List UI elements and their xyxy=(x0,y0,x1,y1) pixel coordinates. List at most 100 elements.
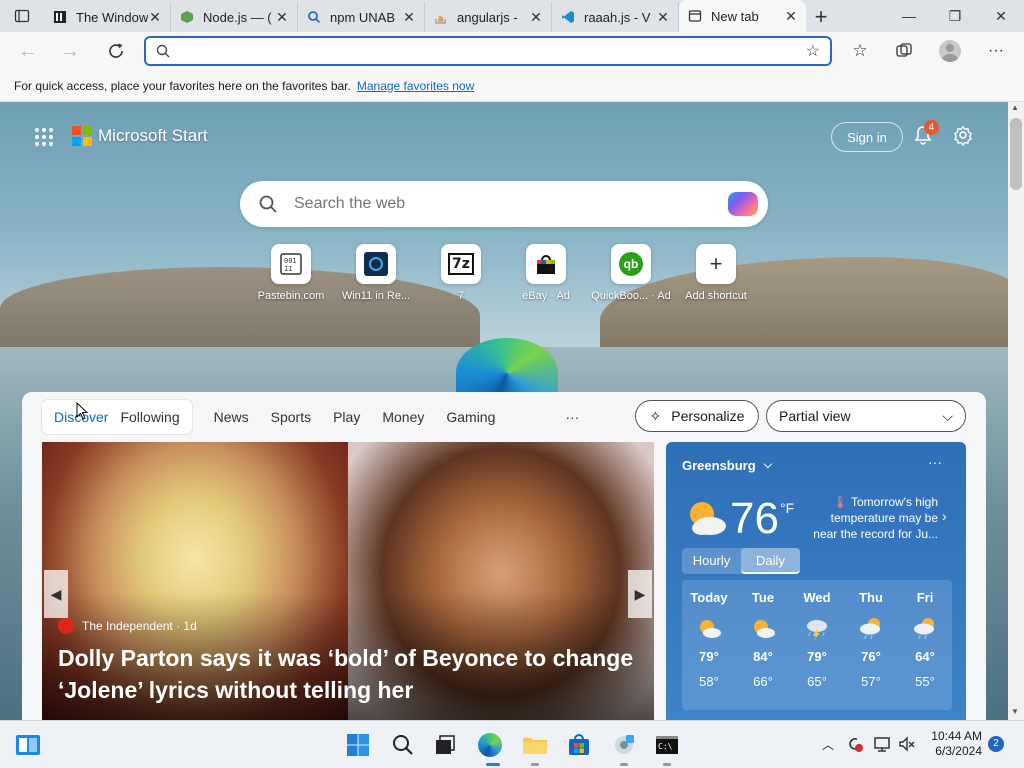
copilot-icon[interactable] xyxy=(728,192,758,216)
page-settings-button[interactable] xyxy=(952,124,974,151)
web-search-input[interactable] xyxy=(294,195,714,213)
widgets-button[interactable] xyxy=(14,731,42,759)
weather-card[interactable]: Greensburg ⌵ ··· 76 °F 🌡 Tomorrow's high… xyxy=(666,442,966,720)
taskbar-search-button[interactable] xyxy=(389,731,417,759)
forecast-day[interactable]: Thu 76° 57° xyxy=(844,580,898,710)
tab-nodejs[interactable]: Node.js — ( ✕ xyxy=(171,2,298,32)
network-icon[interactable] xyxy=(873,735,891,758)
article-headline[interactable]: Dolly Parton says it was ‘bold’ of Beyon… xyxy=(58,642,648,706)
tab-bar: The Windows ✕ Node.js — ( ✕ npm UNAB ✕ a… xyxy=(0,0,1024,32)
chevron-left-icon: ◀ xyxy=(50,585,62,602)
close-window-button[interactable]: ✕ xyxy=(978,0,1024,32)
scroll-up-icon[interactable]: ▲ xyxy=(1011,103,1019,112)
manage-favorites-link[interactable]: Manage favorites now xyxy=(357,79,474,93)
restore-button[interactable]: ❐ xyxy=(932,0,978,32)
address-input[interactable] xyxy=(184,43,806,59)
close-tab-icon[interactable]: ✕ xyxy=(784,8,798,25)
minimize-button[interactable]: — xyxy=(886,0,932,32)
day-label: Thu xyxy=(859,590,883,605)
taskbar-file-explorer[interactable] xyxy=(521,731,549,759)
sign-in-button[interactable]: Sign in xyxy=(831,122,903,152)
shortcut-win11[interactable]: Win11 in Re... xyxy=(336,244,416,302)
volume-muted-icon[interactable] xyxy=(898,735,916,758)
carousel-next-button[interactable]: ▶ xyxy=(628,570,652,618)
start-button[interactable] xyxy=(344,731,372,759)
add-shortcut-button[interactable]: + Add shortcut xyxy=(676,244,756,302)
taskbar: C:\ ︿ 10:44 AM 6/3/2024 2 xyxy=(0,720,1024,768)
forward-button[interactable]: → xyxy=(48,32,92,70)
refresh-button[interactable] xyxy=(94,32,138,70)
web-search-box[interactable] xyxy=(240,181,768,227)
temp-unit[interactable]: °F xyxy=(780,500,794,516)
notifications-button[interactable]: 4 xyxy=(912,120,939,148)
tab-play[interactable]: Play xyxy=(333,409,360,425)
tab-angularjs[interactable]: angularjs - ✕ xyxy=(425,2,552,32)
hero-article[interactable]: ◀ ▶ The Independent · 1d Dolly Parton sa… xyxy=(42,442,654,720)
carousel-prev-button[interactable]: ◀ xyxy=(44,570,68,618)
favorites-button[interactable]: ☆ xyxy=(838,32,882,70)
taskbar-terminal[interactable]: C:\ xyxy=(653,731,681,759)
chevron-right-icon[interactable]: › xyxy=(942,508,947,524)
feed-tab-pill: Discover Following xyxy=(42,400,192,434)
close-tab-icon[interactable]: ✕ xyxy=(275,9,289,26)
favorites-bar-message: For quick access, place your favorites h… xyxy=(14,78,351,93)
taskbar-store[interactable] xyxy=(565,731,593,759)
tab-windows[interactable]: The Windows ✕ xyxy=(44,2,171,32)
weather-more-button[interactable]: ··· xyxy=(928,454,942,470)
address-bar[interactable]: ☆ xyxy=(144,36,832,66)
settings-menu-button[interactable]: ··· xyxy=(974,32,1018,70)
tab-vscode[interactable]: raaah.js - V ✕ xyxy=(552,2,679,32)
scroll-down-icon[interactable]: ▼ xyxy=(1011,707,1019,716)
brand[interactable]: Microsoft Start xyxy=(72,126,208,146)
tab-gaming[interactable]: Gaming xyxy=(446,409,495,425)
forecast-grid: Today 79° 58° Tue 84° 66° Wed 79° 65° Th… xyxy=(682,580,952,710)
page-scrollbar[interactable] xyxy=(1008,102,1024,720)
new-tab-button[interactable]: + xyxy=(806,2,836,32)
7zip-icon: 7z xyxy=(441,244,481,284)
tray-app-icon[interactable] xyxy=(846,735,864,758)
page-icon xyxy=(52,9,68,25)
taskbar-edge[interactable] xyxy=(476,731,504,759)
tab-money[interactable]: Money xyxy=(382,409,424,425)
tab-actions-button[interactable] xyxy=(0,0,44,32)
clock[interactable]: 10:44 AM 6/3/2024 xyxy=(928,729,982,759)
taskbar-tool-app[interactable] xyxy=(610,731,638,759)
shortcut-pastebin[interactable]: 001 11 Pastebin.com xyxy=(251,244,331,302)
show-hidden-icons-button[interactable]: ︿ xyxy=(822,736,834,753)
gear-icon xyxy=(953,125,972,146)
view-select[interactable]: Partial view ⌵ xyxy=(766,400,966,432)
forecast-day[interactable]: Tue 84° 66° xyxy=(736,580,790,710)
more-tabs-button[interactable]: ··· xyxy=(565,409,579,425)
new-tab-page: Microsoft Start Sign in 4 00111 Pastebin… xyxy=(0,102,1008,720)
close-tab-icon[interactable]: ✕ xyxy=(148,9,162,26)
tab-following[interactable]: Following xyxy=(114,409,185,425)
weather-location[interactable]: Greensburg ⌵ xyxy=(682,458,772,473)
profile-button[interactable] xyxy=(928,32,972,70)
add-favorite-icon[interactable]: ☆ xyxy=(806,41,820,61)
personalize-button[interactable]: ✧ Personalize xyxy=(635,400,759,432)
close-tab-icon[interactable]: ✕ xyxy=(529,9,543,26)
notification-center-badge[interactable]: 2 xyxy=(988,736,1004,752)
close-tab-icon[interactable]: ✕ xyxy=(656,9,670,26)
close-tab-icon[interactable]: ✕ xyxy=(402,9,416,26)
collections-button[interactable] xyxy=(882,32,926,70)
weather-alert[interactable]: 🌡 Tomorrow's high temperature may be nea… xyxy=(808,494,938,542)
more-icon: ··· xyxy=(928,454,942,470)
tab-new-tab[interactable]: New tab ✕ xyxy=(679,0,806,32)
forecast-day[interactable]: Today 79° 58° xyxy=(682,580,736,710)
shortcut-ebay[interactable]: eBay · Ad xyxy=(506,244,586,302)
hourly-toggle[interactable]: Hourly xyxy=(682,548,741,574)
tab-news[interactable]: News xyxy=(214,409,249,425)
forecast-day[interactable]: Fri 64° 55° xyxy=(898,580,952,710)
tab-npm[interactable]: npm UNAB ✕ xyxy=(298,2,425,32)
tab-sports[interactable]: Sports xyxy=(271,409,311,425)
scrollbar-thumb[interactable] xyxy=(1010,118,1022,190)
daily-toggle[interactable]: Daily xyxy=(741,548,800,574)
shortcut-7zip[interactable]: 7z 7 xyxy=(421,244,501,302)
back-button[interactable]: ← xyxy=(6,32,50,70)
plus-icon: + xyxy=(814,4,828,29)
shortcut-quickbooks[interactable]: qb QuickBoo... · Ad xyxy=(591,244,671,302)
task-view-button[interactable] xyxy=(431,731,459,759)
forecast-day[interactable]: Wed 79° 65° xyxy=(790,580,844,710)
apps-launcher-button[interactable] xyxy=(34,127,54,152)
